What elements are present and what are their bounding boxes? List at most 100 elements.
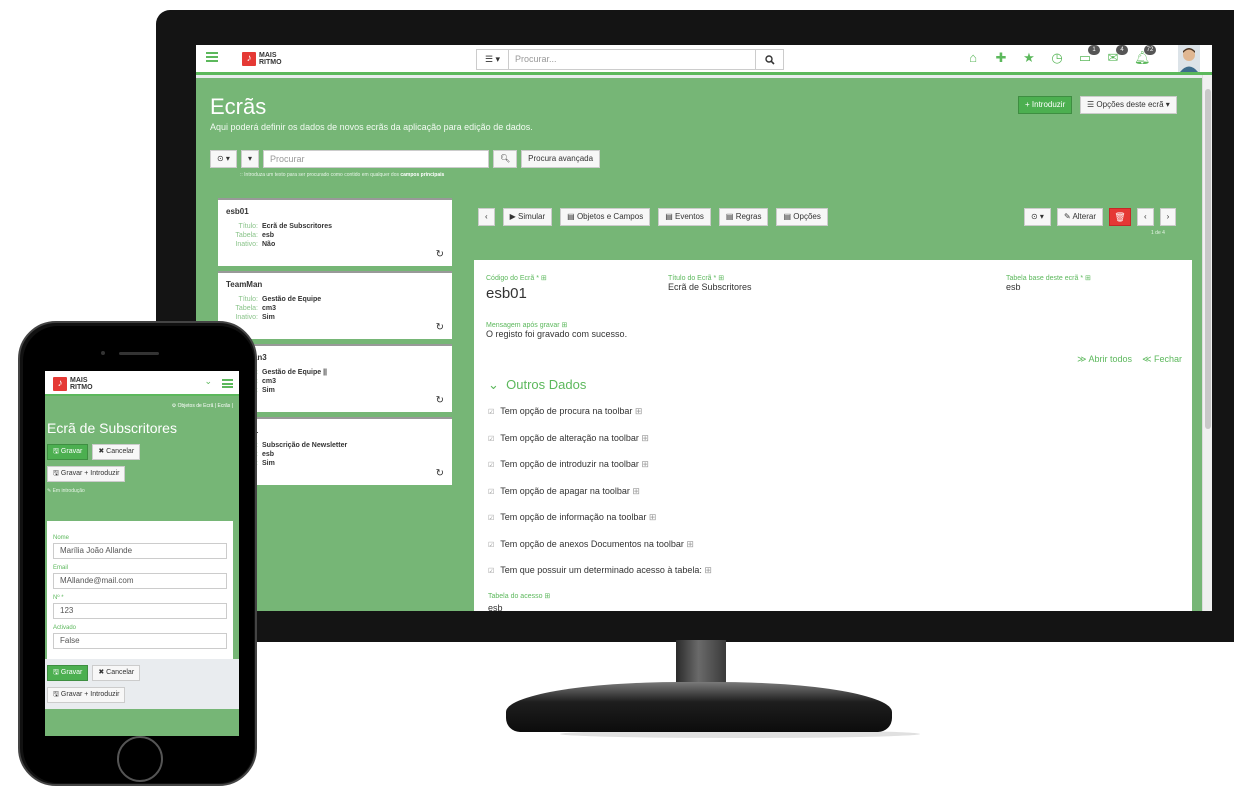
search-mode-dropdown[interactable]: ☰ ▾	[476, 49, 509, 70]
star-icon[interactable]: ★	[1022, 51, 1036, 65]
check-item[interactable]: ☑ Tem opção de anexos Documentos na toolb…	[488, 539, 712, 566]
base-table-field: Tabela base deste ecrã * ⊞ esb	[1006, 274, 1091, 292]
expand-collapse: ≫ Abrir todos ≪ Fechar	[1077, 354, 1182, 365]
search-icon	[764, 54, 775, 65]
main-page: Ecrãs Aqui poderá definir os dados de no…	[196, 78, 1202, 611]
detail-panel: Código do Ecrã * ⊞ esb01 Título do Ecrã …	[474, 260, 1192, 611]
filter-search-button[interactable]: 🔍︎	[492, 150, 518, 168]
app-logo[interactable]: ♪ MAIS RITMO	[242, 52, 285, 66]
inbox-icon[interactable]: ▭ 1	[1078, 45, 1100, 65]
title-value: Ecrã de Subscritores	[262, 223, 333, 230]
table-value: esb	[262, 451, 275, 458]
history-dropdown[interactable]: ⊙ ▾	[210, 150, 237, 168]
notifications-icon[interactable]: 🔔︎ 72	[1134, 45, 1156, 65]
table-value: cm3	[262, 305, 277, 312]
user-avatar[interactable]	[1178, 45, 1200, 72]
save-button[interactable]: 🖫︎ Gravar	[47, 665, 89, 681]
global-search-input[interactable]: Procurar...	[509, 49, 756, 70]
home-icon[interactable]: ⌂	[966, 51, 980, 65]
phone-page: ⚙ Objetos de Ecrã | Ecrãs | Ecrã de Subs…	[45, 396, 239, 736]
checkbox-icon: ☑	[488, 568, 495, 575]
plus-icon[interactable]: ✚	[994, 51, 1008, 65]
phone-logo[interactable]: ♪ MAIS RITMO	[53, 377, 96, 391]
activated-field[interactable]: False	[53, 633, 227, 649]
options-button[interactable]: ▤ Opções	[776, 208, 828, 226]
monitor-stand-base	[506, 682, 892, 732]
checkbox-icon: ☑	[488, 435, 495, 443]
title-value: Subscrição de Newsletter	[262, 442, 348, 449]
rules-button[interactable]: ▤ Regras	[718, 208, 769, 226]
list-item-code: TeamMan3	[226, 353, 444, 362]
open-all-link[interactable]: ≫ Abrir todos	[1077, 354, 1132, 364]
next-record-button[interactable]: ›	[1159, 208, 1177, 226]
number-field[interactable]: 123	[53, 603, 227, 619]
title-key: Título:	[238, 223, 258, 230]
monitor-shadow	[560, 730, 920, 738]
list-item-code: TeamMan	[226, 280, 263, 289]
chevron-down-icon[interactable]: ⌄	[204, 376, 212, 387]
detail-toolbar: ‹ ▶ Simular ▤ Objetos e Campos ▤ Eventos…	[478, 208, 828, 226]
vertical-scrollbar[interactable]	[1202, 75, 1212, 611]
refresh-icon[interactable]: ↻	[436, 249, 444, 260]
edit-button[interactable]: ✎ Alterar	[1056, 208, 1103, 226]
hamburger-menu-icon[interactable]	[206, 52, 218, 62]
refresh-icon[interactable]: ↻	[436, 322, 444, 333]
back-button[interactable]: ‹	[478, 208, 495, 226]
phone-speaker	[119, 352, 159, 355]
screen-options-button[interactable]: ☰ Opções deste ecrã ▾	[1080, 96, 1177, 114]
name-field[interactable]: Marília João Allande	[53, 543, 227, 559]
check-item[interactable]: ☑ Tem opção de introduzir na toolbar ⊞	[488, 459, 712, 486]
cancel-button[interactable]: ✖ Cancelar	[92, 665, 141, 681]
inactive-value: Sim	[262, 387, 275, 394]
simulate-button[interactable]: ▶ Simular	[502, 208, 553, 226]
list-item-inactive-row: Inativo:Sim	[226, 459, 444, 468]
list-item[interactable]: esb01 Título: Ecrã de Subscritores Tabela…	[218, 198, 452, 266]
save-introduce-button[interactable]: 🖫︎ Gravar + Introduzir	[47, 687, 126, 703]
inbox-badge: 1	[1088, 45, 1100, 55]
prev-record-button[interactable]: ‹	[1137, 208, 1154, 226]
message-field: Mensagem após gravar ⊞ O registo foi gra…	[486, 321, 627, 339]
refresh-icon[interactable]: ↻	[436, 395, 444, 406]
inactive-value: Não	[262, 241, 276, 248]
save-label: Gravar	[60, 669, 83, 676]
inactive-value: Sim	[262, 314, 275, 321]
edit-label: Alterar	[1072, 212, 1096, 221]
save-introduce-label: Gravar + Introduzir	[60, 470, 120, 477]
list-item-title-row: Título:Subscrição de Newsletter	[226, 441, 444, 450]
marketing-stage: ♪ MAIS RITMO ☰ ▾ Procurar... ⌂ ✚ ★ ◷ ▭1	[0, 0, 1234, 787]
table-key: Tabela:	[235, 232, 258, 239]
filter-hint-text: :: Introduza um texto para ser procurado…	[240, 172, 399, 178]
info-dropdown[interactable]: ⊙ ▾	[1024, 208, 1051, 226]
check-item[interactable]: ☑ Tem opção de informação na toolbar ⊞	[488, 512, 712, 539]
check-item[interactable]: ☑ Tem que possuir um determinado acesso à…	[488, 565, 712, 592]
check-item[interactable]: ☑ Tem opção de alteração na toolbar ⊞	[488, 433, 712, 460]
section-header[interactable]: ⌄ Outros Dados	[488, 377, 586, 393]
check-item[interactable]: ☑ Tem opção de apagar na toolbar ⊞	[488, 486, 712, 513]
list-item-table-row: Tabela:cm3	[226, 377, 444, 386]
checkbox-icon: ☑	[488, 409, 495, 416]
save-button[interactable]: 🖫︎ Gravar	[47, 444, 89, 460]
record-pager: 1 de 4	[1151, 230, 1165, 236]
objects-fields-button[interactable]: ▤ Objetos e Campos	[560, 208, 651, 226]
close-link[interactable]: ≪ Fechar	[1142, 354, 1182, 364]
email-field[interactable]: MAllande@mail.com	[53, 573, 227, 589]
advanced-search-button[interactable]: Procura avançada	[521, 150, 601, 168]
list-item-title-row: Título: Ecrã de Subscritores	[226, 222, 444, 231]
introduce-button[interactable]: + Introduzir	[1018, 96, 1073, 114]
save-introduce-button[interactable]: 🖫︎ Gravar + Introduzir	[47, 466, 126, 482]
list-item[interactable]: TeamMan Título: Gestão de Equipe Tabela: c…	[218, 271, 452, 339]
check-item[interactable]: ☑ Tem opção de procura na toolbar ⊞	[488, 406, 712, 433]
filter-dropdown[interactable]: ▾	[240, 150, 259, 168]
global-search: ☰ ▾ Procurar...	[476, 49, 784, 70]
search-button[interactable]	[756, 49, 784, 70]
events-button[interactable]: ▤ Eventos	[658, 208, 711, 226]
delete-button[interactable]: 🗑︎	[1109, 208, 1131, 226]
hamburger-menu-icon[interactable]	[222, 379, 233, 388]
clock-icon[interactable]: ◷	[1050, 51, 1064, 65]
messages-icon[interactable]: ✉ 4	[1106, 45, 1128, 65]
code-value: esb01	[486, 285, 527, 302]
cancel-button[interactable]: ✖ Cancelar	[92, 444, 141, 460]
filter-search-input[interactable]: Procurar	[262, 150, 489, 168]
mobile-phone: ♪ MAIS RITMO ⌄ ⚙ Objetos de Ecrã | Ecrãs…	[18, 321, 257, 786]
refresh-icon[interactable]: ↻	[436, 468, 444, 479]
